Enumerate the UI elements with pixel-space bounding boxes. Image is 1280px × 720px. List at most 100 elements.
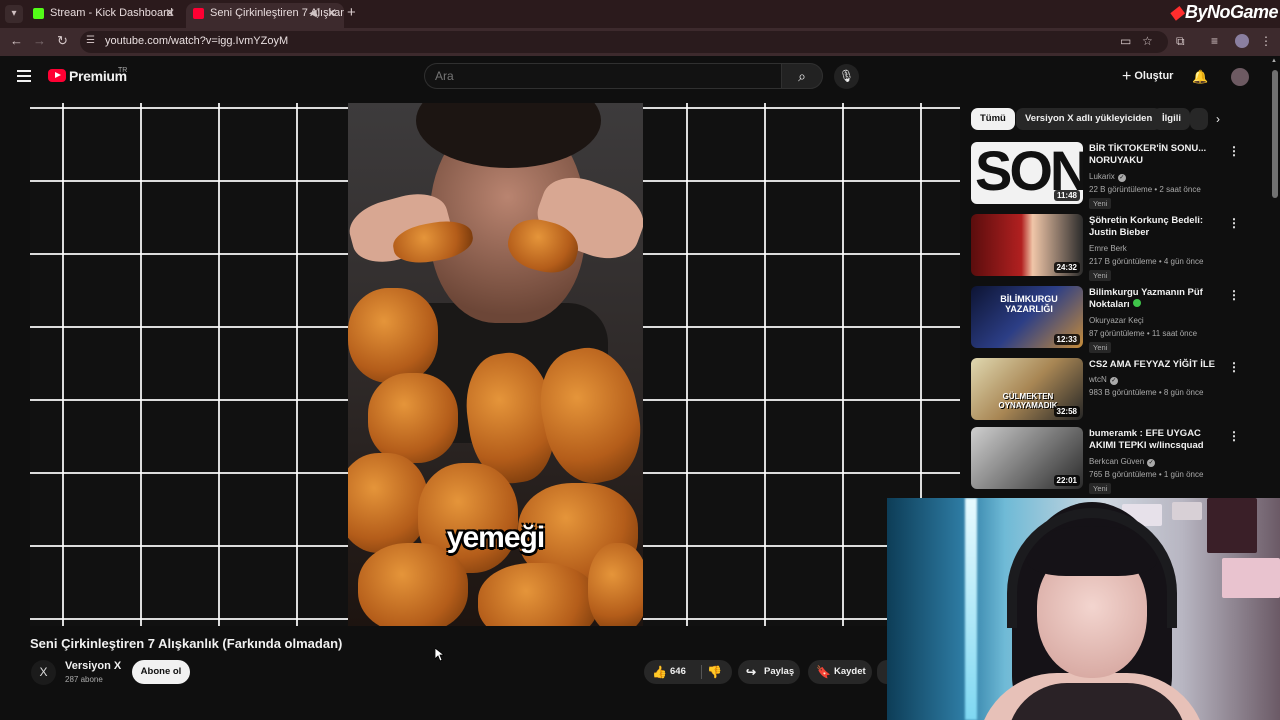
share-button[interactable]: ↪ Paylaş [738,660,800,684]
recommendation-meta: 217 B görüntüleme • 4 gün önce [1089,257,1204,266]
verified-check-icon: ✓ [1147,459,1156,467]
forward-arrow-icon[interactable]: → [33,33,46,48]
chip-related[interactable]: İlgili [1153,108,1190,130]
reading-list-icon[interactable]: ≡ [1211,34,1218,48]
chevron-right-icon[interactable]: › [1216,112,1220,126]
country-badge: TR [118,67,128,74]
create-button[interactable]: + Oluştur [1116,64,1181,90]
new-badge: Yeni [1089,483,1112,494]
subscribe-button[interactable]: Abone ol [132,660,190,684]
more-options-icon[interactable]: ⋮ [1228,216,1240,230]
recommendation-item[interactable]: 24:32 Şöhretin Korkunç Bedeli: Justin Bi… [971,214,1271,282]
scrollbar-thumb[interactable] [1272,70,1278,198]
recommendation-item[interactable]: SON 11:48 BİR TİKTOKER'İN SONU... NORUYA… [971,142,1271,210]
recommendation-item[interactable]: BİLİMKURGU YAZARLIĞI 12:33 Bilimkurgu Ya… [971,286,1271,354]
browser-menu-icon[interactable]: ⋮ [1260,34,1272,48]
new-tab-button[interactable]: + [347,4,356,21]
video-caption: yemeği [446,521,545,554]
video-thumbnail[interactable]: GÜLMEKTEN OYNAYAMADIK 32:58 [971,358,1083,420]
plus-icon: + [1122,68,1132,85]
video-thumbnail[interactable]: BİLİMKURGU YAZARLIĞI 12:33 [971,286,1083,348]
like-count[interactable]: 646 [670,660,686,684]
video-frame: yemeği [348,103,643,626]
save-button[interactable]: 🔖 Kaydet [808,660,872,684]
nugget [368,373,458,463]
recommendation-title[interactable]: bumeramk : EFE UYGAC AKIMI TEPKI w/lincs… [1089,428,1222,452]
youtube-logo-icon[interactable] [48,69,66,82]
recommendation-meta: 983 B görüntüleme • 8 gün önce [1089,388,1204,397]
nugget [348,288,438,383]
recommendation-item[interactable]: GÜLMEKTEN OYNAYAMADIK 32:58 CS2 AMA FEYY… [971,358,1271,426]
channel-label: wtcN [1089,375,1107,384]
bookmark-star-icon[interactable]: ☆ [1142,34,1153,48]
thumbnail-text: BİLİMKURGU YAZARLIĞI [1000,294,1058,314]
reload-icon[interactable]: ↻ [57,33,68,49]
menu-icon[interactable] [17,70,31,82]
share-arrow-icon: ↪ [746,665,757,679]
verified-check-icon: ✓ [1117,174,1126,182]
recommendation-meta: 87 görüntüleme • 11 saat önce [1089,329,1198,338]
divider [701,665,702,679]
tab-kick-dashboard[interactable]: Stream - Kick Dashboard ✕ [26,3,182,28]
video-thumbnail[interactable]: SON 11:48 [971,142,1083,204]
site-info-icon[interactable]: ☰ [86,35,95,46]
extensions-icon[interactable]: ⧉ [1176,34,1185,49]
chip-more[interactable] [1190,108,1208,130]
notifications-bell-icon[interactable]: 🔔 [1192,69,1208,85]
recommendation-title[interactable]: BİR TİKTOKER'İN SONU... NORUYAKU [1089,143,1222,167]
chip-from-uploader[interactable]: Versiyon X adlı yükleyiciden [1016,108,1162,130]
video-player[interactable]: yemeği [30,103,960,626]
chip-all[interactable]: Tümü [971,108,1015,130]
dislike-thumb-icon[interactable]: 👎 [707,660,722,684]
stream-brand-logo: ◆ ByNoGame [1170,0,1280,26]
video-duration: 12:33 [1053,334,1080,345]
channel-avatar[interactable]: X [31,660,56,685]
green-leaf-icon [1132,299,1141,307]
title-text: Bilimkurgu Yazmanın Püf Noktaları [1089,287,1203,310]
thumbnail-text: GÜLMEKTEN OYNAYAMADIK [998,392,1058,410]
voice-search-button[interactable]: 🎙 [834,64,859,89]
more-options-icon[interactable]: ⋮ [1228,144,1240,158]
scroll-up-arrow-icon[interactable]: ▲ [1271,58,1277,64]
recommendation-channel[interactable]: Berkcan Güven ✓ [1089,457,1156,467]
search-input[interactable] [435,68,765,84]
streamer-webcam-overlay [887,498,1280,720]
tab-youtube-video[interactable]: Seni Çirkinleştiren 7 Alışkan ◀) ✕ [186,3,344,28]
recommendation-meta: 22 B görüntüleme • 2 saat önce [1089,185,1201,194]
video-duration: 22:01 [1053,475,1080,486]
recommendation-title[interactable]: CS2 AMA FEYYAZ YİĞİT İLE [1089,359,1222,371]
channel-name[interactable]: Versiyon X [65,660,121,672]
back-arrow-icon[interactable]: ← [10,33,23,48]
save-label: Kaydet [834,666,866,677]
bookmark-icon: 🔖 [816,665,831,679]
account-avatar[interactable] [1231,68,1249,86]
cast-icon[interactable]: ▭ [1120,34,1131,48]
video-thumbnail[interactable]: 24:32 [971,214,1083,276]
video-thumbnail[interactable]: 22:01 [971,427,1083,489]
close-tab-icon[interactable]: ✕ [327,3,337,24]
mouse-cursor-icon [434,647,446,667]
recommendation-title[interactable]: Şöhretin Korkunç Bedeli: Justin Bieber [1089,215,1222,239]
recommendation-item[interactable]: 22:01 bumeramk : EFE UYGAC AKIMI TEPKI w… [971,427,1271,495]
more-options-icon[interactable]: ⋮ [1228,288,1240,302]
recommendation-title[interactable]: Bilimkurgu Yazmanın Püf Noktaları [1089,287,1222,311]
address-bar[interactable]: ☰ youtube.com/watch?v=igg.IvmYZoyM ▭ ☆ [80,31,1168,53]
youtube-header: Premium TR ⌕ 🎙 +Oluştur 🔔 [0,56,1280,100]
more-actions-button[interactable] [877,660,887,684]
recommendation-channel[interactable]: Lukarix ✓ [1089,172,1126,182]
recommendation-channel[interactable]: Emre Berk [1089,244,1127,253]
more-options-icon[interactable]: ⋮ [1228,429,1240,443]
recommendation-channel[interactable]: Okuryazar Keçi [1089,316,1144,325]
profile-avatar[interactable] [1235,34,1249,48]
search-button[interactable]: ⌕ [781,63,823,89]
wall-poster [1207,498,1257,553]
channel-label: Lukarix [1089,172,1115,181]
recommendation-channel[interactable]: wtcN ✓ [1089,375,1118,385]
browser-toolbar: ← → ↻ ☰ youtube.com/watch?v=igg.IvmYZoyM… [0,28,1280,56]
speaker-icon[interactable]: ◀) [309,3,320,24]
tab-search-button[interactable]: ▾ [5,5,23,23]
like-thumb-icon[interactable]: 👍 [652,660,667,684]
close-tab-icon[interactable]: ✕ [165,3,175,24]
more-options-icon[interactable]: ⋮ [1228,360,1240,374]
like-dislike-group: 👍 646 👎 [644,660,732,684]
